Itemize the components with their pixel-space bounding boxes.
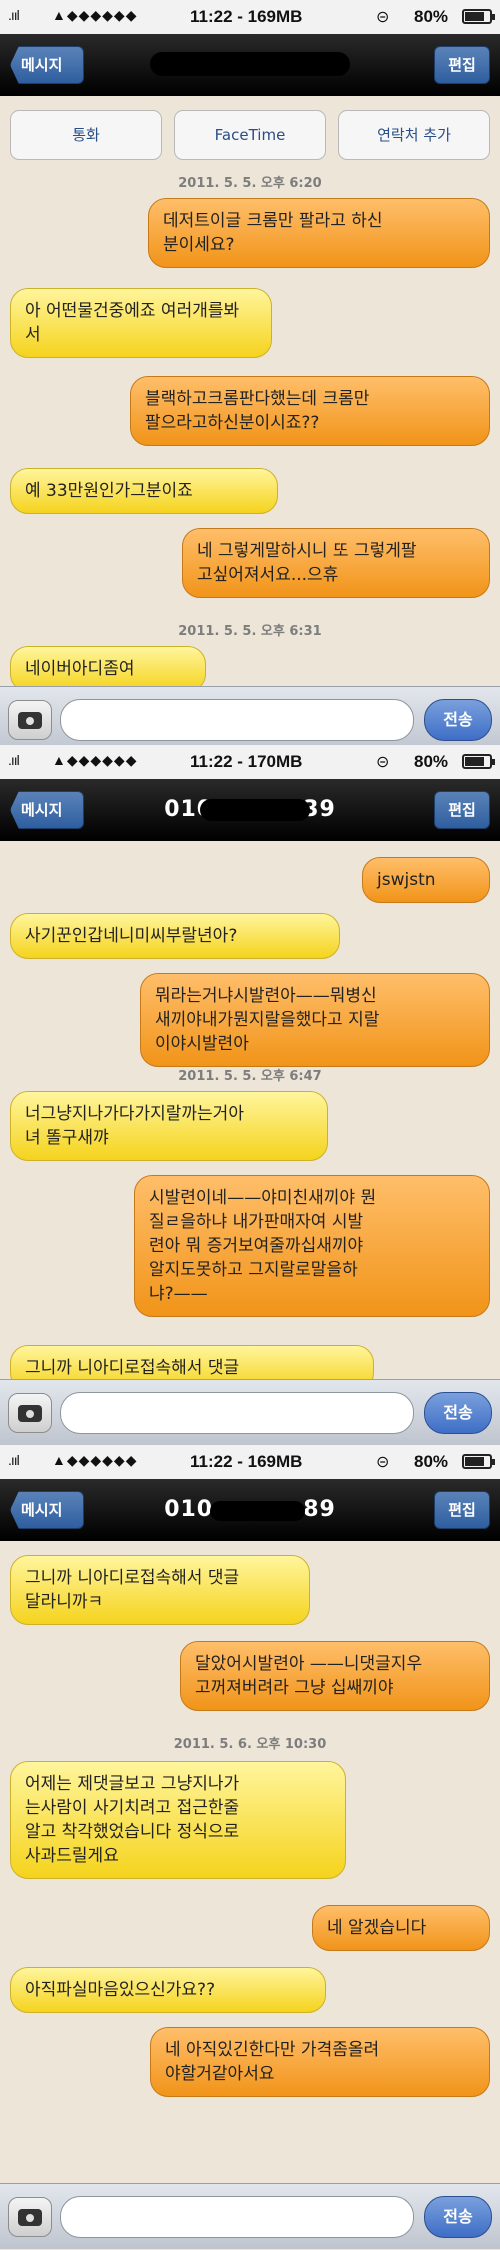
status-time: 11:22 - 169MB	[190, 7, 303, 26]
battery-icon	[462, 1454, 495, 1469]
notification-icons: ▲◆◆◆◆◆◆	[52, 7, 138, 23]
battery-percent: 80%	[414, 7, 449, 26]
orientation-lock-icon: ⊝	[376, 9, 390, 26]
battery-cap	[492, 759, 495, 765]
sent-message: jswjstn	[362, 857, 490, 903]
signal-icon: .ııl	[8, 752, 20, 768]
message-timestamp: 2011. 5. 6. 오후 10:30	[173, 1737, 327, 1752]
sent-message: 네 알겠습니다	[312, 1905, 490, 1951]
battery-icon	[462, 754, 495, 769]
signal-icon: .ııl	[8, 7, 20, 23]
sent-message: 데저트이글 크롬만 팔라고 하신 분이세요?	[148, 198, 490, 268]
screenshot-3: .ııl ▲◆◆◆◆◆◆ 11:22 - 169MB ⊝ 80% 메시지 010…	[0, 1445, 500, 2250]
notification-icons: ▲◆◆◆◆◆◆	[52, 1452, 138, 1468]
redaction-mark	[210, 1501, 305, 1521]
send-button[interactable]: 전송	[424, 1392, 492, 1434]
back-button[interactable]: 메시지	[10, 1491, 84, 1529]
received-message: 너그냥지나가다가지랄까는거아 녀 똘구새꺄	[10, 1091, 328, 1161]
sent-message: 시발련이네——야미친새끼야 뭔 질ㄹ을하냐 내가판매자여 시발 련아 뭐 증거보여줄…	[134, 1175, 490, 1317]
back-button[interactable]: 메시지	[10, 791, 84, 829]
received-message: 사기꾼인갑네니미씨부랄년아?	[10, 913, 340, 959]
message-input[interactable]	[60, 2196, 414, 2238]
message-timestamp: 2011. 5. 5. 오후 6:20	[178, 176, 322, 191]
edit-button[interactable]: 편집	[434, 46, 490, 84]
navigation-bar: 메시지 010 · · · · ·89 편집	[0, 1479, 500, 1541]
compose-bar: 전송	[0, 686, 500, 745]
send-button[interactable]: 전송	[424, 699, 492, 741]
received-message: 예 33만원인가그분이죠	[10, 468, 278, 514]
received-message: 아 어떤물건중에죠 여러개를봐 서	[10, 288, 272, 358]
compose-bar: 전송	[0, 2183, 500, 2249]
screenshot-1: .ııl ▲◆◆◆◆◆◆ 11:22 - 169MB ⊝ 80% 메시지 편집 …	[0, 0, 500, 745]
orientation-lock-icon: ⊝	[376, 754, 390, 771]
battery-percent: 80%	[414, 752, 449, 771]
facetime-button[interactable]: FaceTime	[174, 110, 326, 160]
sent-message: 네 그렇게말하시니 또 그렇게팔 고싶어져서요...으휴	[182, 528, 490, 598]
status-time: 11:22 - 169MB	[190, 1452, 303, 1471]
notification-icons: ▲◆◆◆◆◆◆	[52, 752, 138, 768]
sent-message: 네 아직있긴한다만 가격좀올려 야할거같아서요	[150, 2027, 490, 2097]
signal-icon: .ııl	[8, 1452, 20, 1468]
navigation-bar: 메시지 010 · · · · ·39 편집	[0, 779, 500, 841]
camera-button[interactable]	[8, 1393, 52, 1433]
edit-button[interactable]: 편집	[434, 1491, 490, 1529]
navigation-bar: 메시지 편집	[0, 34, 500, 96]
received-message: 그니까 니아디로접속해서 댓글 달라니까ㅋ	[10, 1555, 310, 1625]
call-button[interactable]: 통화	[10, 110, 162, 160]
received-message: 어제는 제댓글보고 그냥지나가 는사람이 사기치려고 접근한줄 알고 착각했었습니다…	[10, 1761, 346, 1879]
battery-fill	[465, 757, 484, 766]
send-button[interactable]: 전송	[424, 2196, 492, 2238]
redaction-mark	[150, 52, 350, 76]
contact-actions: 통화 FaceTime 연락처 추가	[0, 110, 500, 160]
orientation-lock-icon: ⊝	[376, 1454, 390, 1471]
message-timestamp: 2011. 5. 5. 오후 6:31	[178, 624, 322, 639]
message-input[interactable]	[60, 699, 414, 741]
camera-lens	[24, 2212, 36, 2224]
received-message: 아직파실마음있으신가요??	[10, 1967, 326, 2013]
back-button[interactable]: 메시지	[10, 46, 84, 84]
battery-fill	[465, 1457, 484, 1466]
camera-lens	[24, 715, 36, 727]
status-bar: .ııl ▲◆◆◆◆◆◆ 11:22 - 170MB ⊝ 80%	[0, 745, 500, 779]
add-contact-button[interactable]: 연락처 추가	[338, 110, 490, 160]
message-timestamp: 2011. 5. 5. 오후 6:47	[178, 1069, 322, 1084]
battery-percent: 80%	[414, 1452, 449, 1471]
edit-button[interactable]: 편집	[434, 791, 490, 829]
sent-message: 달았어시발련아 ——니댓글지우 고꺼져버려라 그냥 십쌔끼야	[180, 1641, 490, 1711]
screenshot-2: .ııl ▲◆◆◆◆◆◆ 11:22 - 170MB ⊝ 80% 메시지 010…	[0, 745, 500, 1445]
sent-message: 뭐라는거냐시발련아——뭐병신 새끼야내가뭔지랄을했다고 지랄 이야시발련아	[140, 973, 490, 1067]
battery-fill	[465, 12, 484, 21]
camera-button[interactable]	[8, 2197, 52, 2237]
message-input[interactable]	[60, 1392, 414, 1434]
status-bar: .ııl ▲◆◆◆◆◆◆ 11:22 - 169MB ⊝ 80%	[0, 0, 500, 34]
redaction-mark	[200, 799, 310, 821]
camera-lens	[24, 1408, 36, 1420]
status-time: 11:22 - 170MB	[190, 752, 303, 771]
battery-cap	[492, 1459, 495, 1465]
battery-icon	[462, 9, 495, 24]
status-bar: .ııl ▲◆◆◆◆◆◆ 11:22 - 169MB ⊝ 80%	[0, 1445, 500, 1479]
sent-message: 블랙하고크롬판다했는데 크롬만 팔으라고하신분이시죠??	[130, 376, 490, 446]
battery-cap	[492, 14, 495, 20]
compose-bar: 전송	[0, 1379, 500, 1445]
camera-button[interactable]	[8, 700, 52, 740]
